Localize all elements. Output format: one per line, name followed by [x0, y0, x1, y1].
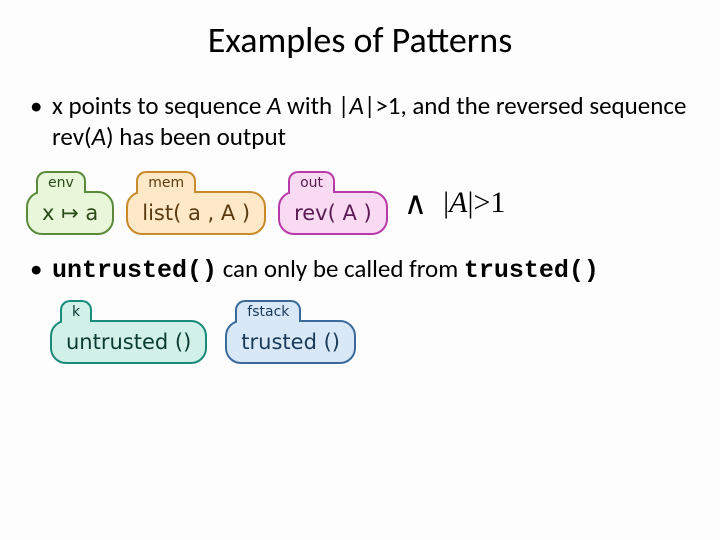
b1-A1: A [267, 90, 281, 121]
tab-mask [138, 189, 176, 195]
bullet-2: untrusted() can only be called from trus… [28, 253, 700, 286]
tab-mask [237, 318, 285, 324]
block-fstack-body: trusted () [225, 320, 356, 364]
tab-mask [290, 189, 318, 195]
block-fstack: fstack trusted () [225, 300, 356, 364]
b1-post: ) has been output [106, 121, 286, 152]
cond-A: A [449, 186, 467, 219]
pattern-row-1: env x ↦ a mem list( a , A ) out rev( A )… [26, 171, 700, 235]
b2-code1: untrusted() [52, 256, 217, 285]
block-k: k untrusted () [50, 300, 207, 364]
block-mem-body: list( a , A ) [126, 191, 266, 235]
b1-A2: A [349, 90, 363, 121]
block-k-body: untrusted () [50, 320, 207, 364]
b2-mid: can only be called from [223, 253, 464, 284]
b2-code2: trusted() [464, 256, 599, 285]
slide-title: Examples of Patterns [20, 18, 700, 62]
cond-bar2: |>1 [467, 186, 505, 219]
conjunction-symbol: ∧ [400, 184, 431, 222]
tab-mask [38, 189, 68, 195]
pattern-row-2: k untrusted () fstack trusted () [50, 300, 700, 364]
tab-mask [62, 318, 76, 324]
bullet-1: x points to sequence A with |A|>1, and t… [28, 90, 700, 153]
block-out: out rev( A ) [278, 171, 388, 235]
b1-mid1: with | [281, 90, 349, 121]
condition-expr: |A|>1 [443, 186, 505, 220]
b1-A3: A [92, 121, 106, 152]
block-mem: mem list( a , A ) [126, 171, 266, 235]
block-env-body: x ↦ a [26, 191, 114, 235]
block-env: env x ↦ a [26, 171, 114, 235]
block-out-body: rev( A ) [278, 191, 388, 235]
b1-text-pre: x points to sequence [52, 90, 267, 121]
